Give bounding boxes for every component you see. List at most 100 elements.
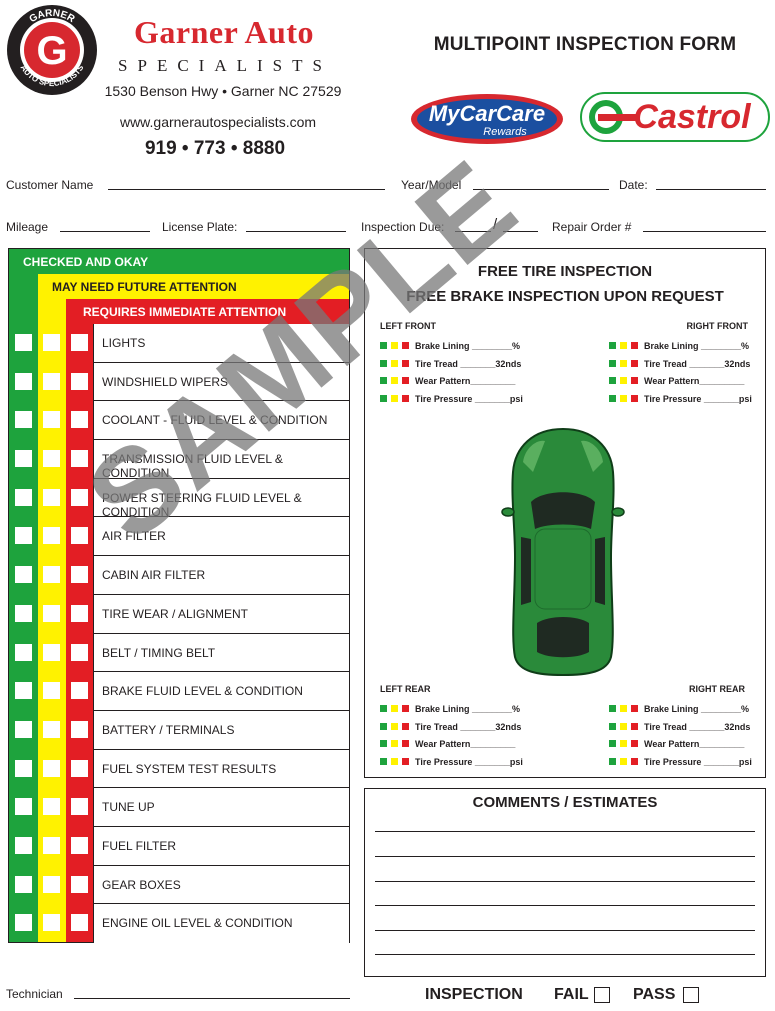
license-plate-field[interactable]	[246, 231, 346, 232]
red-status-square[interactable]	[631, 757, 638, 765]
green-status-square[interactable]	[609, 377, 616, 384]
yellow-status-square[interactable]	[391, 342, 398, 349]
yellow-status-square[interactable]	[620, 359, 627, 367]
future-attention-checkbox[interactable]	[43, 488, 60, 506]
future-attention-checkbox[interactable]	[43, 334, 60, 351]
immediate-attention-checkbox[interactable]	[71, 836, 88, 854]
red-status-square[interactable]	[402, 342, 409, 349]
green-status-square[interactable]	[609, 705, 616, 712]
comment-line[interactable]	[375, 930, 755, 931]
immediate-attention-checkbox[interactable]	[71, 604, 88, 622]
green-status-square[interactable]	[380, 722, 387, 730]
immediate-attention-checkbox[interactable]	[71, 411, 88, 429]
future-attention-checkbox[interactable]	[43, 798, 60, 816]
ok-checkbox[interactable]	[15, 798, 32, 816]
year-model-field[interactable]	[473, 189, 609, 190]
ok-checkbox[interactable]	[15, 643, 32, 661]
comment-line[interactable]	[375, 881, 755, 882]
immediate-attention-checkbox[interactable]	[71, 759, 88, 777]
yellow-status-square[interactable]	[391, 757, 398, 765]
measurement-label[interactable]: Tire Tread _______32nds	[415, 722, 521, 732]
immediate-attention-checkbox[interactable]	[71, 334, 88, 351]
yellow-status-square[interactable]	[620, 342, 627, 349]
ok-checkbox[interactable]	[15, 836, 32, 854]
ok-checkbox[interactable]	[15, 527, 32, 545]
immediate-attention-checkbox[interactable]	[71, 488, 88, 506]
comment-line[interactable]	[375, 954, 755, 955]
red-status-square[interactable]	[631, 359, 638, 367]
ok-checkbox[interactable]	[15, 604, 32, 622]
future-attention-checkbox[interactable]	[43, 450, 60, 468]
immediate-attention-checkbox[interactable]	[71, 720, 88, 738]
red-status-square[interactable]	[402, 377, 409, 384]
green-status-square[interactable]	[380, 359, 387, 367]
red-status-square[interactable]	[402, 394, 409, 402]
ok-checkbox[interactable]	[15, 488, 32, 506]
ok-checkbox[interactable]	[15, 411, 32, 429]
ok-checkbox[interactable]	[15, 450, 32, 468]
measurement-label[interactable]: Tire Tread _______32nds	[644, 359, 750, 369]
future-attention-checkbox[interactable]	[43, 527, 60, 545]
green-status-square[interactable]	[609, 757, 616, 765]
future-attention-checkbox[interactable]	[43, 720, 60, 738]
red-status-square[interactable]	[631, 722, 638, 730]
ok-checkbox[interactable]	[15, 682, 32, 700]
red-status-square[interactable]	[402, 740, 409, 747]
red-status-square[interactable]	[402, 359, 409, 367]
yellow-status-square[interactable]	[391, 377, 398, 384]
measurement-label[interactable]: Wear Pattern_________	[644, 739, 744, 749]
comment-line[interactable]	[375, 905, 755, 906]
ok-checkbox[interactable]	[15, 759, 32, 777]
red-status-square[interactable]	[402, 757, 409, 765]
future-attention-checkbox[interactable]	[43, 914, 60, 932]
website-link[interactable]: www.garnerautospecialists.com	[88, 114, 348, 130]
measurement-label[interactable]: Wear Pattern_________	[415, 739, 515, 749]
yellow-status-square[interactable]	[620, 705, 627, 712]
red-status-square[interactable]	[631, 394, 638, 402]
ok-checkbox[interactable]	[15, 566, 32, 584]
measurement-label[interactable]: Wear Pattern_________	[415, 376, 515, 386]
red-status-square[interactable]	[402, 705, 409, 712]
green-status-square[interactable]	[380, 342, 387, 349]
green-status-square[interactable]	[380, 394, 387, 402]
date-field[interactable]	[656, 189, 766, 190]
yellow-status-square[interactable]	[620, 757, 627, 765]
technician-field[interactable]	[74, 998, 350, 999]
red-status-square[interactable]	[631, 705, 638, 712]
green-status-square[interactable]	[609, 722, 616, 730]
immediate-attention-checkbox[interactable]	[71, 875, 88, 893]
immediate-attention-checkbox[interactable]	[71, 914, 88, 932]
future-attention-checkbox[interactable]	[43, 836, 60, 854]
immediate-attention-checkbox[interactable]	[71, 527, 88, 545]
mileage-field[interactable]	[60, 231, 150, 232]
future-attention-checkbox[interactable]	[43, 604, 60, 622]
immediate-attention-checkbox[interactable]	[71, 643, 88, 661]
ok-checkbox[interactable]	[15, 875, 32, 893]
yellow-status-square[interactable]	[620, 722, 627, 730]
inspection-due-month-field[interactable]	[455, 231, 491, 232]
customer-name-field[interactable]	[108, 189, 385, 190]
measurement-label[interactable]: Tire Pressure _______psi	[415, 394, 523, 404]
immediate-attention-checkbox[interactable]	[71, 450, 88, 468]
green-status-square[interactable]	[380, 377, 387, 384]
measurement-label[interactable]: Tire Tread _______32nds	[644, 722, 750, 732]
measurement-label[interactable]: Wear Pattern_________	[644, 376, 744, 386]
yellow-status-square[interactable]	[620, 394, 627, 402]
ok-checkbox[interactable]	[15, 334, 32, 351]
green-status-square[interactable]	[380, 705, 387, 712]
future-attention-checkbox[interactable]	[43, 643, 60, 661]
green-status-square[interactable]	[380, 757, 387, 765]
yellow-status-square[interactable]	[391, 359, 398, 367]
immediate-attention-checkbox[interactable]	[71, 566, 88, 584]
green-status-square[interactable]	[609, 740, 616, 747]
measurement-label[interactable]: Brake Lining ________%	[644, 704, 749, 714]
measurement-label[interactable]: Brake Lining ________%	[644, 341, 749, 351]
comment-line[interactable]	[375, 856, 755, 857]
pass-checkbox[interactable]	[683, 987, 699, 1003]
future-attention-checkbox[interactable]	[43, 759, 60, 777]
future-attention-checkbox[interactable]	[43, 372, 60, 390]
ok-checkbox[interactable]	[15, 914, 32, 932]
green-status-square[interactable]	[609, 394, 616, 402]
measurement-label[interactable]: Tire Tread _______32nds	[415, 359, 521, 369]
red-status-square[interactable]	[631, 377, 638, 384]
